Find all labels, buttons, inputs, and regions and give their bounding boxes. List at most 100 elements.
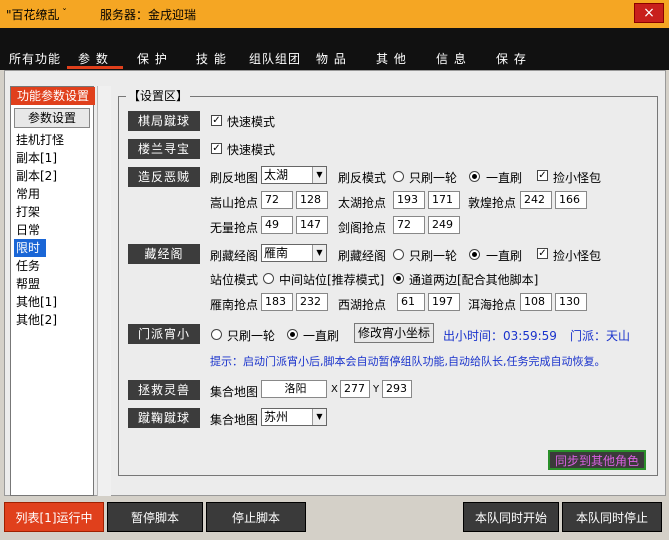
close-button[interactable]: × [634, 3, 664, 23]
songshan-y-input[interactable]: 128 [296, 191, 328, 209]
sidebar-item-fuben2[interactable]: 副本[2] [14, 167, 92, 185]
cangjing-once-radio[interactable] [393, 249, 404, 260]
erhai-x-input[interactable]: 108 [520, 293, 552, 311]
lingshou-x-input[interactable]: 277 [340, 380, 370, 398]
dunhuang-y-input[interactable]: 166 [555, 191, 587, 209]
taihu-y-input[interactable]: 171 [428, 191, 460, 209]
cuju-map-select[interactable]: 苏州 ▼ [261, 408, 327, 426]
sidebar-item-qita2[interactable]: 其他[2] [14, 311, 92, 329]
xihu-x-input[interactable]: 61 [397, 293, 425, 311]
cangjing-always-radio[interactable] [469, 249, 480, 260]
menpai-once-radio[interactable] [211, 329, 222, 340]
chevron-down-icon: ▼ [312, 167, 326, 183]
edit-coords-button[interactable]: 修改宵小坐标 [354, 323, 434, 343]
wuliang-y-input[interactable]: 147 [296, 216, 328, 234]
sidebar-item-renwu[interactable]: 任务 [14, 257, 92, 275]
lingshou-y-input[interactable]: 293 [382, 380, 412, 398]
zaofan-always-label: 一直刷 [486, 171, 523, 185]
jiange-x-input[interactable]: 72 [393, 216, 425, 234]
cangjing-station-label: 站位模式 [210, 273, 259, 287]
cangjing-mode-label: 刷藏经阁 [338, 249, 387, 263]
erhai-label: 洱海抢点 [468, 298, 517, 312]
songshan-x-input[interactable]: 72 [261, 191, 293, 209]
cangjing-mid-radio[interactable] [263, 273, 274, 284]
cangjing-map-label: 刷藏经阁 [210, 249, 259, 263]
section-cuju-button[interactable]: 蹴鞠蹴球 [128, 408, 200, 428]
sidebar-item-richang[interactable]: 日常 [14, 221, 92, 239]
wuliang-x-input[interactable]: 49 [261, 216, 293, 234]
jiange-y-input[interactable]: 249 [428, 216, 460, 234]
zaofan-map-value: 太湖 [264, 168, 289, 182]
erhai-y-input[interactable]: 130 [555, 293, 587, 311]
zaofan-pick-label: 捡小怪包 [553, 171, 602, 185]
sidebar-item-dajia[interactable]: 打架 [14, 203, 92, 221]
qiju-fast-label: 快速模式 [227, 115, 276, 129]
cangjing-pick-checkbox[interactable]: ✓ [537, 248, 548, 259]
section-lingshou-button[interactable]: 拯救灵兽 [128, 380, 200, 400]
jiange-label: 剑阁抢点 [338, 221, 387, 235]
server-label: 服务器：金戌迎瑞 [100, 8, 197, 22]
menpai-school-label: 门派：天山 [570, 329, 631, 343]
zaofan-once-radio[interactable] [393, 171, 404, 182]
loulan-fast-checkbox[interactable]: ✓ [211, 143, 222, 154]
sidebar-item-changyong[interactable]: 常用 [14, 185, 92, 203]
sidebar-item-qita1[interactable]: 其他[1] [14, 293, 92, 311]
active-tab-indicator [67, 66, 123, 69]
section-zaofan-button[interactable]: 造反恶贼 [128, 167, 200, 187]
zaofan-pick-checkbox[interactable]: ✓ [537, 170, 548, 181]
zaofan-once-label: 只刷一轮 [409, 171, 458, 185]
qiju-fast-checkbox[interactable]: ✓ [211, 115, 222, 126]
cangjing-pick-label: 捡小怪包 [553, 249, 602, 263]
cuju-map-label: 集合地图 [210, 413, 259, 427]
tab-skills[interactable]: 技 能 [196, 50, 227, 67]
sidebar-item-bangmeng[interactable]: 帮盟 [14, 275, 92, 293]
section-qiju-button[interactable]: 棋局蹴球 [128, 111, 200, 131]
sidebar-item-xianshi[interactable]: 限时 [14, 239, 46, 257]
menpai-always-radio[interactable] [287, 329, 298, 340]
status-run-button[interactable]: 列表[1]运行中 [4, 502, 104, 532]
zaofan-map-label: 刷反地图 [210, 171, 259, 185]
pause-script-button[interactable]: 暂停脚本 [107, 502, 203, 532]
tab-team[interactable]: 组队组团 [249, 50, 301, 67]
tab-protect[interactable]: 保 护 [137, 50, 168, 67]
cuju-map-value: 苏州 [264, 410, 289, 424]
tab-params[interactable]: 参 数 [78, 50, 109, 67]
zaofan-map-select[interactable]: 太湖 ▼ [261, 166, 327, 184]
sync-to-others-button[interactable]: 同步到其他角色 [548, 450, 646, 470]
zaofan-mode-label: 刷反模式 [338, 171, 387, 185]
cangjing-side-radio[interactable] [393, 273, 404, 284]
sidebar-item-fuben1[interactable]: 副本[1] [14, 149, 92, 167]
lingshou-map-input[interactable]: 洛阳 [261, 380, 327, 398]
tab-items[interactable]: 物 品 [316, 50, 347, 67]
tab-other[interactable]: 其 他 [376, 50, 407, 67]
team-stop-button[interactable]: 本队同时停止 [562, 502, 662, 532]
taihu-x-input[interactable]: 193 [393, 191, 425, 209]
lingshou-y-label: Y [373, 384, 380, 395]
chevron-down-icon: ▼ [312, 245, 326, 261]
param-settings-button[interactable]: 参数设置 [14, 108, 90, 128]
tab-save[interactable]: 保 存 [496, 50, 527, 67]
section-menpai-button[interactable]: 门派宵小 [128, 324, 200, 344]
section-cangjing-button[interactable]: 藏经阁 [128, 244, 200, 264]
yannan-y-input[interactable]: 232 [296, 293, 328, 311]
stop-script-button[interactable]: 停止脚本 [206, 502, 306, 532]
cangjing-map-select[interactable]: 雁南 ▼ [261, 244, 327, 262]
team-start-button[interactable]: 本队同时开始 [463, 502, 559, 532]
dunhuang-x-input[interactable]: 242 [520, 191, 552, 209]
dunhuang-label: 敦煌抢点 [468, 196, 517, 210]
chevron-down-icon: ▼ [312, 409, 326, 425]
zaofan-always-radio[interactable] [469, 171, 480, 182]
sidebar-item-guaji[interactable]: 挂机打怪 [14, 131, 92, 149]
section-loulan-button[interactable]: 楼兰寻宝 [128, 139, 200, 159]
menpai-hint: 提示：启动门派宵小后,脚本会自动暂停组队功能,自动给队长,任务完成自动恢复。 [210, 355, 606, 368]
tab-all-functions[interactable]: 所有功能 [9, 50, 61, 67]
yannan-x-input[interactable]: 183 [261, 293, 293, 311]
lingshou-x-label: X [331, 384, 338, 395]
title-dropdown-icon[interactable]: ˇ [62, 8, 67, 19]
cangjing-mid-label: 中间站位[推荐模式] [279, 273, 385, 287]
xihu-y-input[interactable]: 197 [428, 293, 460, 311]
sidebar-scrollbar[interactable] [97, 86, 111, 496]
tab-info[interactable]: 信 息 [436, 50, 467, 67]
sidebar-header: 功能参数设置 [11, 87, 95, 105]
xihu-label: 西湖抢点 [338, 298, 387, 312]
